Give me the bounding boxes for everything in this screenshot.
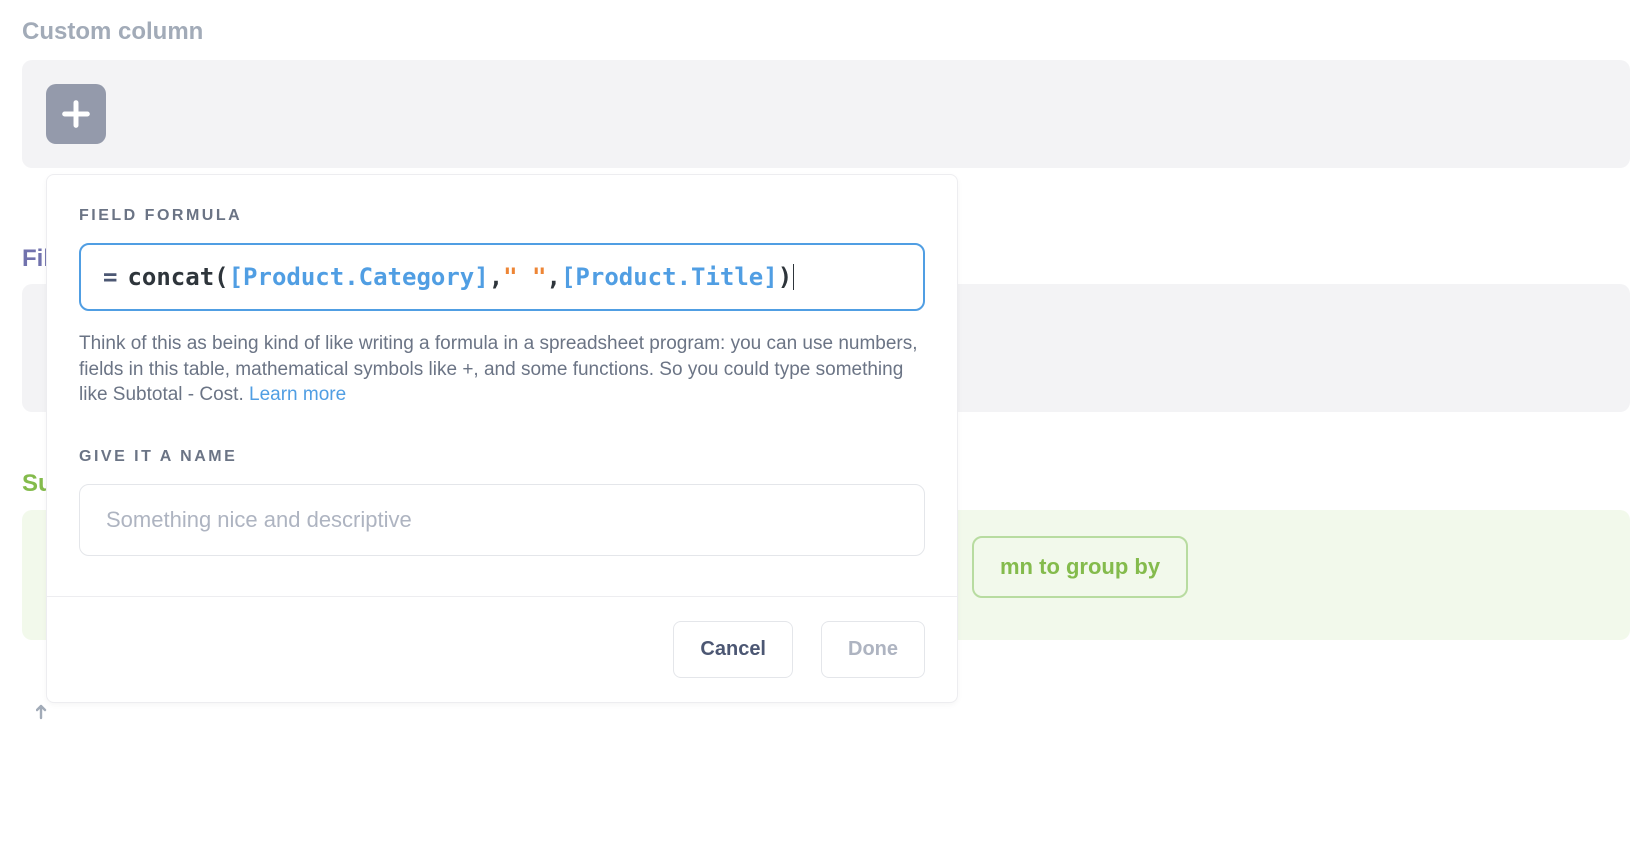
column-name-input[interactable] — [79, 484, 925, 556]
formula-input[interactable]: = concat ( [Product.Category] , " " , [P… — [79, 243, 925, 311]
add-custom-column-button[interactable] — [46, 84, 106, 144]
formula-field-1: [Product.Category] — [229, 263, 489, 291]
text-cursor — [793, 264, 794, 290]
sort-icon[interactable] — [36, 702, 56, 729]
formula-comma-1: , — [489, 263, 503, 291]
name-label: GIVE IT A NAME — [79, 448, 925, 466]
formula-dialog: FIELD FORMULA = concat ( [Product.Catego… — [46, 174, 958, 703]
done-button[interactable]: Done — [821, 621, 925, 678]
plus-icon — [59, 97, 93, 131]
help-text-body: Think of this as being kind of like writ… — [79, 333, 918, 405]
formula-open-paren: ( — [214, 263, 228, 291]
custom-column-panel — [22, 60, 1630, 168]
formula-comma-2: , — [547, 263, 561, 291]
formula-label: FIELD FORMULA — [79, 207, 925, 225]
formula-field-2: [Product.Title] — [561, 263, 778, 291]
formula-function: concat — [127, 263, 214, 291]
learn-more-link[interactable]: Learn more — [249, 384, 346, 405]
formula-help-text: Think of this as being kind of like writ… — [79, 331, 925, 408]
formula-close-paren: ) — [778, 263, 792, 291]
formula-equals: = — [103, 263, 117, 291]
formula-string-literal: " " — [503, 263, 546, 291]
group-by-pill[interactable]: mn to group by — [972, 536, 1188, 598]
cancel-button[interactable]: Cancel — [673, 621, 793, 678]
custom-column-title: Custom column — [22, 18, 1630, 46]
